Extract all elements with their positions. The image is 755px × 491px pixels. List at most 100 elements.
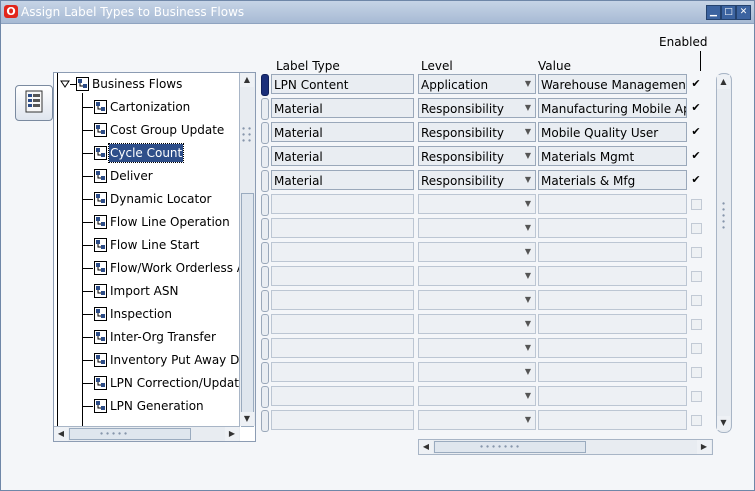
label-type-field[interactable] [271,338,414,358]
enabled-checkbox[interactable]: ✔ [691,174,701,185]
scroll-right-icon[interactable]: ▶ [225,427,239,441]
row-indicator[interactable] [261,194,269,216]
level-select[interactable]: ▼ [418,410,536,430]
enabled-checkbox[interactable] [691,223,702,234]
value-field[interactable]: Mobile Quality User [538,122,687,142]
scroll-down-icon[interactable]: ▼ [240,412,254,426]
row-indicator[interactable] [261,122,269,144]
value-field[interactable]: Materials Mgmt [538,146,687,166]
enabled-checkbox[interactable] [691,391,702,402]
chevron-down-icon[interactable]: ▼ [521,363,535,381]
assign-list-button[interactable] [15,85,53,121]
value-field[interactable] [538,338,687,358]
scroll-right-icon[interactable]: ▶ [697,440,711,454]
level-select[interactable]: Responsibility ▼ [418,98,536,118]
chevron-down-icon[interactable]: ▼ [521,411,535,429]
label-type-field[interactable] [271,218,414,238]
label-type-field[interactable] [271,194,414,214]
enabled-checkbox[interactable] [691,367,702,378]
label-type-field[interactable] [271,362,414,382]
enabled-checkbox[interactable]: ✔ [691,102,701,113]
grid-horizontal-scrollbar[interactable]: ◀ ∙∙∙∙∙∙∙ ▶ [418,439,713,455]
level-select[interactable]: ▼ [418,290,536,310]
value-field[interactable] [538,194,687,214]
minimize-icon[interactable]: ▁ [706,5,721,20]
label-type-field[interactable]: Material [271,146,414,166]
scroll-up-icon[interactable]: ▲ [240,73,254,87]
chevron-down-icon[interactable]: ▼ [521,123,535,141]
enabled-checkbox[interactable] [691,247,702,258]
label-type-field[interactable]: LPN Content [271,74,414,94]
label-type-field[interactable] [271,386,414,406]
value-field[interactable] [538,266,687,286]
enabled-checkbox[interactable] [691,319,702,330]
level-select[interactable]: ▼ [418,386,536,406]
enabled-checkbox[interactable] [691,343,702,354]
chevron-down-icon[interactable]: ▼ [521,147,535,165]
enabled-checkbox[interactable]: ✔ [691,150,701,161]
scroll-down-icon[interactable]: ▼ [717,416,730,430]
level-select[interactable]: ▼ [418,314,536,334]
label-type-field[interactable]: Material [271,122,414,142]
splitter-grip-icon[interactable]: ∙∙ ∙∙ ∙∙ [241,125,252,145]
chevron-down-icon[interactable]: ▼ [521,291,535,309]
value-field[interactable] [538,386,687,406]
scroll-left-icon[interactable]: ◀ [54,427,68,441]
value-field[interactable]: Manufacturing Mobile App [538,98,687,118]
row-indicator[interactable] [261,410,269,432]
row-indicator[interactable] [261,218,269,240]
label-type-field[interactable] [271,314,414,334]
row-indicator[interactable] [261,98,269,120]
chevron-down-icon[interactable]: ▼ [521,315,535,333]
label-type-field[interactable] [271,242,414,262]
row-indicator[interactable] [261,242,269,264]
tree-horizontal-scrollbar[interactable]: ◀ ∙∙∙∙∙ ▶ [54,426,240,441]
level-select[interactable]: ▼ [418,218,536,238]
chevron-down-icon[interactable]: ▼ [521,243,535,261]
chevron-down-icon[interactable]: ▼ [521,339,535,357]
row-indicator[interactable] [261,338,269,360]
level-select[interactable]: Responsibility ▼ [418,122,536,142]
level-select[interactable]: Responsibility ▼ [418,170,536,190]
label-type-field[interactable] [271,410,414,430]
row-indicator[interactable] [261,146,269,168]
level-select[interactable]: ▼ [418,338,536,358]
level-select[interactable]: Application ▼ [418,74,536,94]
enabled-checkbox[interactable] [691,295,702,306]
enabled-checkbox[interactable] [691,415,702,426]
level-select[interactable]: ▼ [418,266,536,286]
grid-vertical-scrollbar[interactable]: ▲ ▼ [716,73,732,433]
value-field[interactable]: Materials & Mfg [538,170,687,190]
value-field[interactable]: Warehouse Management [538,74,687,94]
row-indicator[interactable] [261,74,269,96]
value-field[interactable] [538,410,687,430]
row-indicator[interactable] [261,314,269,336]
value-field[interactable] [538,218,687,238]
maximize-icon[interactable]: □ [721,5,736,20]
row-indicator[interactable] [261,386,269,408]
value-field[interactable] [538,242,687,262]
chevron-down-icon[interactable]: ▼ [521,219,535,237]
chevron-down-icon[interactable]: ▼ [521,387,535,405]
scroll-thumb[interactable] [69,428,191,440]
enabled-checkbox[interactable] [691,199,702,210]
row-indicator[interactable] [261,290,269,312]
chevron-down-icon[interactable]: ▼ [521,267,535,285]
scroll-thumb[interactable] [241,193,254,427]
enabled-checkbox[interactable]: ✔ [691,126,701,137]
level-select[interactable]: Responsibility ▼ [418,146,536,166]
row-indicator[interactable] [261,170,269,192]
value-field[interactable] [538,362,687,382]
label-type-field[interactable]: Material [271,170,414,190]
enabled-checkbox[interactable] [691,271,702,282]
row-indicator[interactable] [261,362,269,384]
row-indicator[interactable] [261,266,269,288]
business-flows-tree[interactable]: Business Flows Cartonization Cost Group U… [53,72,256,442]
label-type-field[interactable] [271,266,414,286]
label-type-field[interactable] [271,290,414,310]
chevron-down-icon[interactable]: ▼ [521,195,535,213]
close-icon[interactable]: ✕ [736,5,751,20]
value-field[interactable] [538,290,687,310]
level-select[interactable]: ▼ [418,362,536,382]
collapse-arrow-icon[interactable] [60,80,70,88]
